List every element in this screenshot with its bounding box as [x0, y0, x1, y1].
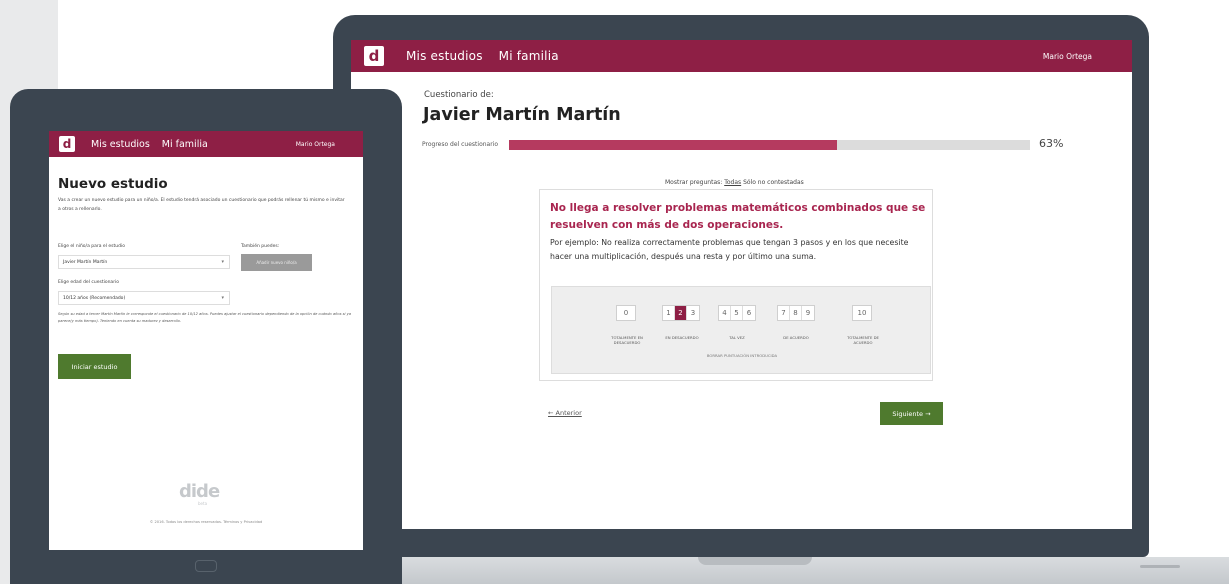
progress-bar [509, 140, 1030, 150]
rating-scale: 0 1 2 3 4 5 6 7 8 9 10 TOTALMENTE EN DES… [551, 286, 931, 374]
tablet-footer: © 2016. Todos los derechos reservados. T… [149, 520, 263, 524]
progress-percent: 63% [1039, 137, 1064, 150]
chevron-down-icon: ▾ [221, 259, 224, 265]
child-select[interactable]: Javier Martín Martín ▾ [58, 255, 230, 269]
show-questions-filter: Mostrar preguntas: Todas Sólo no contest… [665, 179, 804, 186]
nav-link-mis-estudios[interactable]: Mis estudios [406, 49, 483, 63]
laptop-screen: d Mis estudios Mi familia Mario Ortega C… [351, 40, 1132, 529]
user-menu[interactable]: Mario Ortega [1043, 52, 1092, 61]
dide-logo-sub: beta [198, 501, 208, 506]
new-study-intro: Vas a crear un nuevo estudio para un niñ… [58, 198, 345, 212]
progress-label: Progreso del cuestionario [422, 141, 499, 148]
dide-logo: dide [179, 481, 220, 502]
tablet-nav-link-mi-familia[interactable]: Mi familia [162, 139, 208, 150]
scale-label-disagree: EN DESACUERDO [665, 335, 699, 340]
laptop-notch [698, 557, 812, 565]
chevron-down-icon: ▾ [221, 295, 224, 301]
logo-icon[interactable]: d [364, 46, 384, 66]
scale-option-7[interactable]: 7 [778, 306, 790, 320]
scale-option-2-selected[interactable]: 2 [675, 306, 687, 320]
question-title: No llega a resolver problemas matemático… [550, 202, 926, 231]
scale-label-totally-disagree: TOTALMENTE EN DESACUERDO [611, 335, 643, 345]
scale-label-maybe: TAL VEZ [729, 335, 745, 340]
new-study-title: Nuevo estudio [58, 176, 168, 192]
age-select[interactable]: 10/12 años (Recomendado) ▾ [58, 291, 230, 305]
previous-link[interactable]: ← Anterior [548, 409, 582, 417]
clear-score-link[interactable]: BORRAR PUNTUACIÓN INTRODUCIDA [702, 353, 782, 358]
scale-group-1-3: 1 2 3 [662, 305, 700, 321]
scale-option-10[interactable]: 10 [853, 306, 871, 320]
show-questions-prefix: Mostrar preguntas: [665, 179, 723, 186]
scale-option-5[interactable]: 5 [731, 306, 743, 320]
scale-group-10: 10 [852, 305, 872, 321]
child-select-value: Javier Martín Martín [63, 259, 108, 265]
age-select-label: Elige edad del cuestionario [58, 280, 120, 285]
tablet-home-button [195, 560, 217, 572]
scale-option-9[interactable]: 9 [802, 306, 814, 320]
filter-unanswered-link[interactable]: Sólo no contestadas [743, 179, 804, 186]
progress-bar-fill [509, 140, 838, 150]
navbar: d Mis estudios Mi familia Mario Ortega [351, 40, 1132, 72]
child-select-label: Elige el niño/a para el estudio [58, 244, 125, 249]
tablet-logo-icon[interactable]: d [59, 136, 75, 152]
scale-option-8[interactable]: 8 [790, 306, 802, 320]
question-example: Por ejemplo: No realiza correctamente pr… [550, 238, 909, 261]
also-label: También puedes: [241, 244, 280, 249]
scale-option-3[interactable]: 3 [687, 306, 699, 320]
questionnaire-label: Cuestionario de: [424, 90, 494, 100]
laptop-foot [1140, 565, 1180, 568]
filter-all-link[interactable]: Todas [724, 179, 741, 186]
scale-group-7-9: 7 8 9 [777, 305, 815, 321]
tablet-nav-link-mis-estudios[interactable]: Mis estudios [91, 139, 150, 150]
tablet-user-menu[interactable]: Mario Ortega [296, 141, 335, 148]
scale-option-0[interactable]: 0 [617, 306, 635, 320]
add-child-button[interactable]: Añadir nuevo niño/a [241, 254, 312, 271]
question-card: No llega a resolver problemas matemático… [539, 189, 933, 381]
tablet-screen: d Mis estudios Mi familia Mario Ortega N… [49, 131, 363, 550]
age-note: Según su edad a tercer Martín Martín le … [58, 312, 351, 323]
scale-label-totally-agree: TOTALMENTE DE ACUERDO [847, 335, 879, 345]
scale-label-agree: DE ACUERDO [783, 335, 809, 340]
scale-option-4[interactable]: 4 [719, 306, 731, 320]
age-select-value: 10/12 años (Recomendado) [63, 295, 126, 301]
scale-option-1[interactable]: 1 [663, 306, 675, 320]
next-button[interactable]: Siguiente → [880, 402, 943, 425]
scale-option-6[interactable]: 6 [743, 306, 755, 320]
nav-link-mi-familia[interactable]: Mi familia [499, 49, 559, 63]
tablet-navbar: d Mis estudios Mi familia Mario Ortega [49, 131, 363, 157]
scale-group-4-6: 4 5 6 [718, 305, 756, 321]
scale-group-0: 0 [616, 305, 636, 321]
start-study-button[interactable]: Iniciar estudio [58, 354, 131, 379]
student-name: Javier Martín Martín [423, 105, 621, 125]
